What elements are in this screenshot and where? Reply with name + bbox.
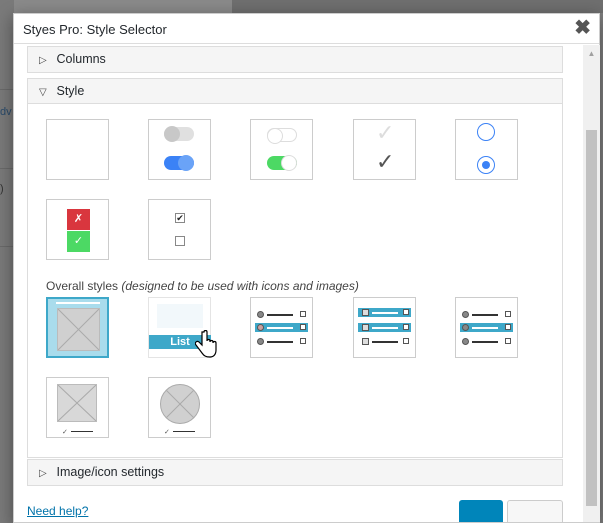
checkbox-unchecked-icon (175, 236, 185, 246)
x-mark-icon: ✗ (67, 209, 90, 230)
toggle-on-green-icon (267, 155, 297, 171)
background-divider (0, 246, 14, 247)
need-help-link[interactable]: Need help? (27, 504, 88, 518)
expand-arrow-icon: ▷ (39, 468, 47, 479)
modal-body: ▷ Columns ▽ Style ✓ ✓ ✗ ✓ ✔ Overall styl… (14, 45, 583, 505)
radio-checked-icon (477, 156, 495, 174)
toggle-on-blue-icon (164, 155, 194, 171)
columns-section-toggle[interactable]: ▷ Columns (28, 47, 562, 72)
expand-arrow-icon: ▷ (39, 55, 47, 66)
modal-scrollbar[interactable]: ▲ (583, 45, 600, 522)
background-left-edge (0, 0, 14, 523)
style-section: ▽ Style ✓ ✓ ✗ ✓ ✔ Overall styles (design… (27, 78, 563, 458)
overall-styles-label: Overall styles (designed to be used with… (46, 279, 359, 293)
overall-style-list-highlight-1[interactable] (250, 297, 313, 358)
image-icon-settings-label: Image/icon settings (56, 465, 165, 479)
scroll-thumb[interactable] (586, 130, 597, 506)
style-option-radio[interactable] (455, 119, 518, 180)
style-option-toggle-blue[interactable] (148, 119, 211, 180)
columns-section-label: Columns (56, 52, 106, 66)
scroll-up-arrow-icon[interactable]: ▲ (583, 45, 600, 62)
style-option-red-green[interactable]: ✗ ✓ (46, 199, 109, 260)
overall-style-list-highlight-3[interactable] (455, 297, 518, 358)
style-option-checkbox[interactable]: ✔ (148, 199, 211, 260)
circle-placeholder-icon (160, 384, 200, 424)
check-dark-icon: ✓ (376, 149, 395, 174)
collapse-arrow-icon: ▽ (39, 87, 47, 98)
style-selector-modal: Styes Pro: Style Selector ✖ ▷ Columns ▽ … (13, 13, 600, 523)
modal-header: Styes Pro: Style Selector ✖ (14, 14, 599, 44)
image-placeholder-icon (57, 384, 97, 422)
background-text: ) (0, 183, 4, 195)
image-placeholder-icon (57, 308, 100, 351)
style-option-checkmark[interactable]: ✓ ✓ (353, 119, 416, 180)
style-option-none[interactable] (46, 119, 109, 180)
columns-section: ▷ Columns (27, 46, 563, 73)
style-section-label: Style (56, 84, 85, 98)
image-icon-settings-section: ▷ Image/icon settings (27, 459, 563, 486)
radio-unchecked-icon (477, 123, 495, 141)
cancel-button[interactable] (507, 500, 563, 522)
background-link: dv (0, 106, 12, 118)
close-icon[interactable]: ✖ (574, 17, 591, 39)
tick-mark-icon: ✓ (67, 231, 90, 252)
overall-style-image-caption[interactable]: ✓ (46, 377, 109, 438)
image-icon-settings-toggle[interactable]: ▷ Image/icon settings (28, 460, 562, 485)
style-section-toggle[interactable]: ▽ Style (28, 79, 562, 104)
overall-style-image-card[interactable] (46, 297, 109, 358)
toggle-off-icon (164, 126, 194, 142)
hand-cursor-icon (195, 330, 217, 358)
apply-button[interactable] (459, 500, 503, 522)
overall-style-circle-caption[interactable]: ✓ (148, 377, 211, 438)
style-option-toggle-green[interactable] (250, 119, 313, 180)
modal-title: Styes Pro: Style Selector (23, 22, 167, 37)
toggle-off-icon (267, 128, 297, 144)
background-header (232, 0, 603, 13)
background-divider (0, 89, 14, 90)
checkbox-checked-icon: ✔ (175, 213, 185, 223)
overall-style-list-highlight-2[interactable] (353, 297, 416, 358)
background-divider (0, 168, 14, 169)
check-light-icon: ✓ (376, 120, 395, 145)
overall-style-list[interactable]: List (148, 297, 217, 358)
